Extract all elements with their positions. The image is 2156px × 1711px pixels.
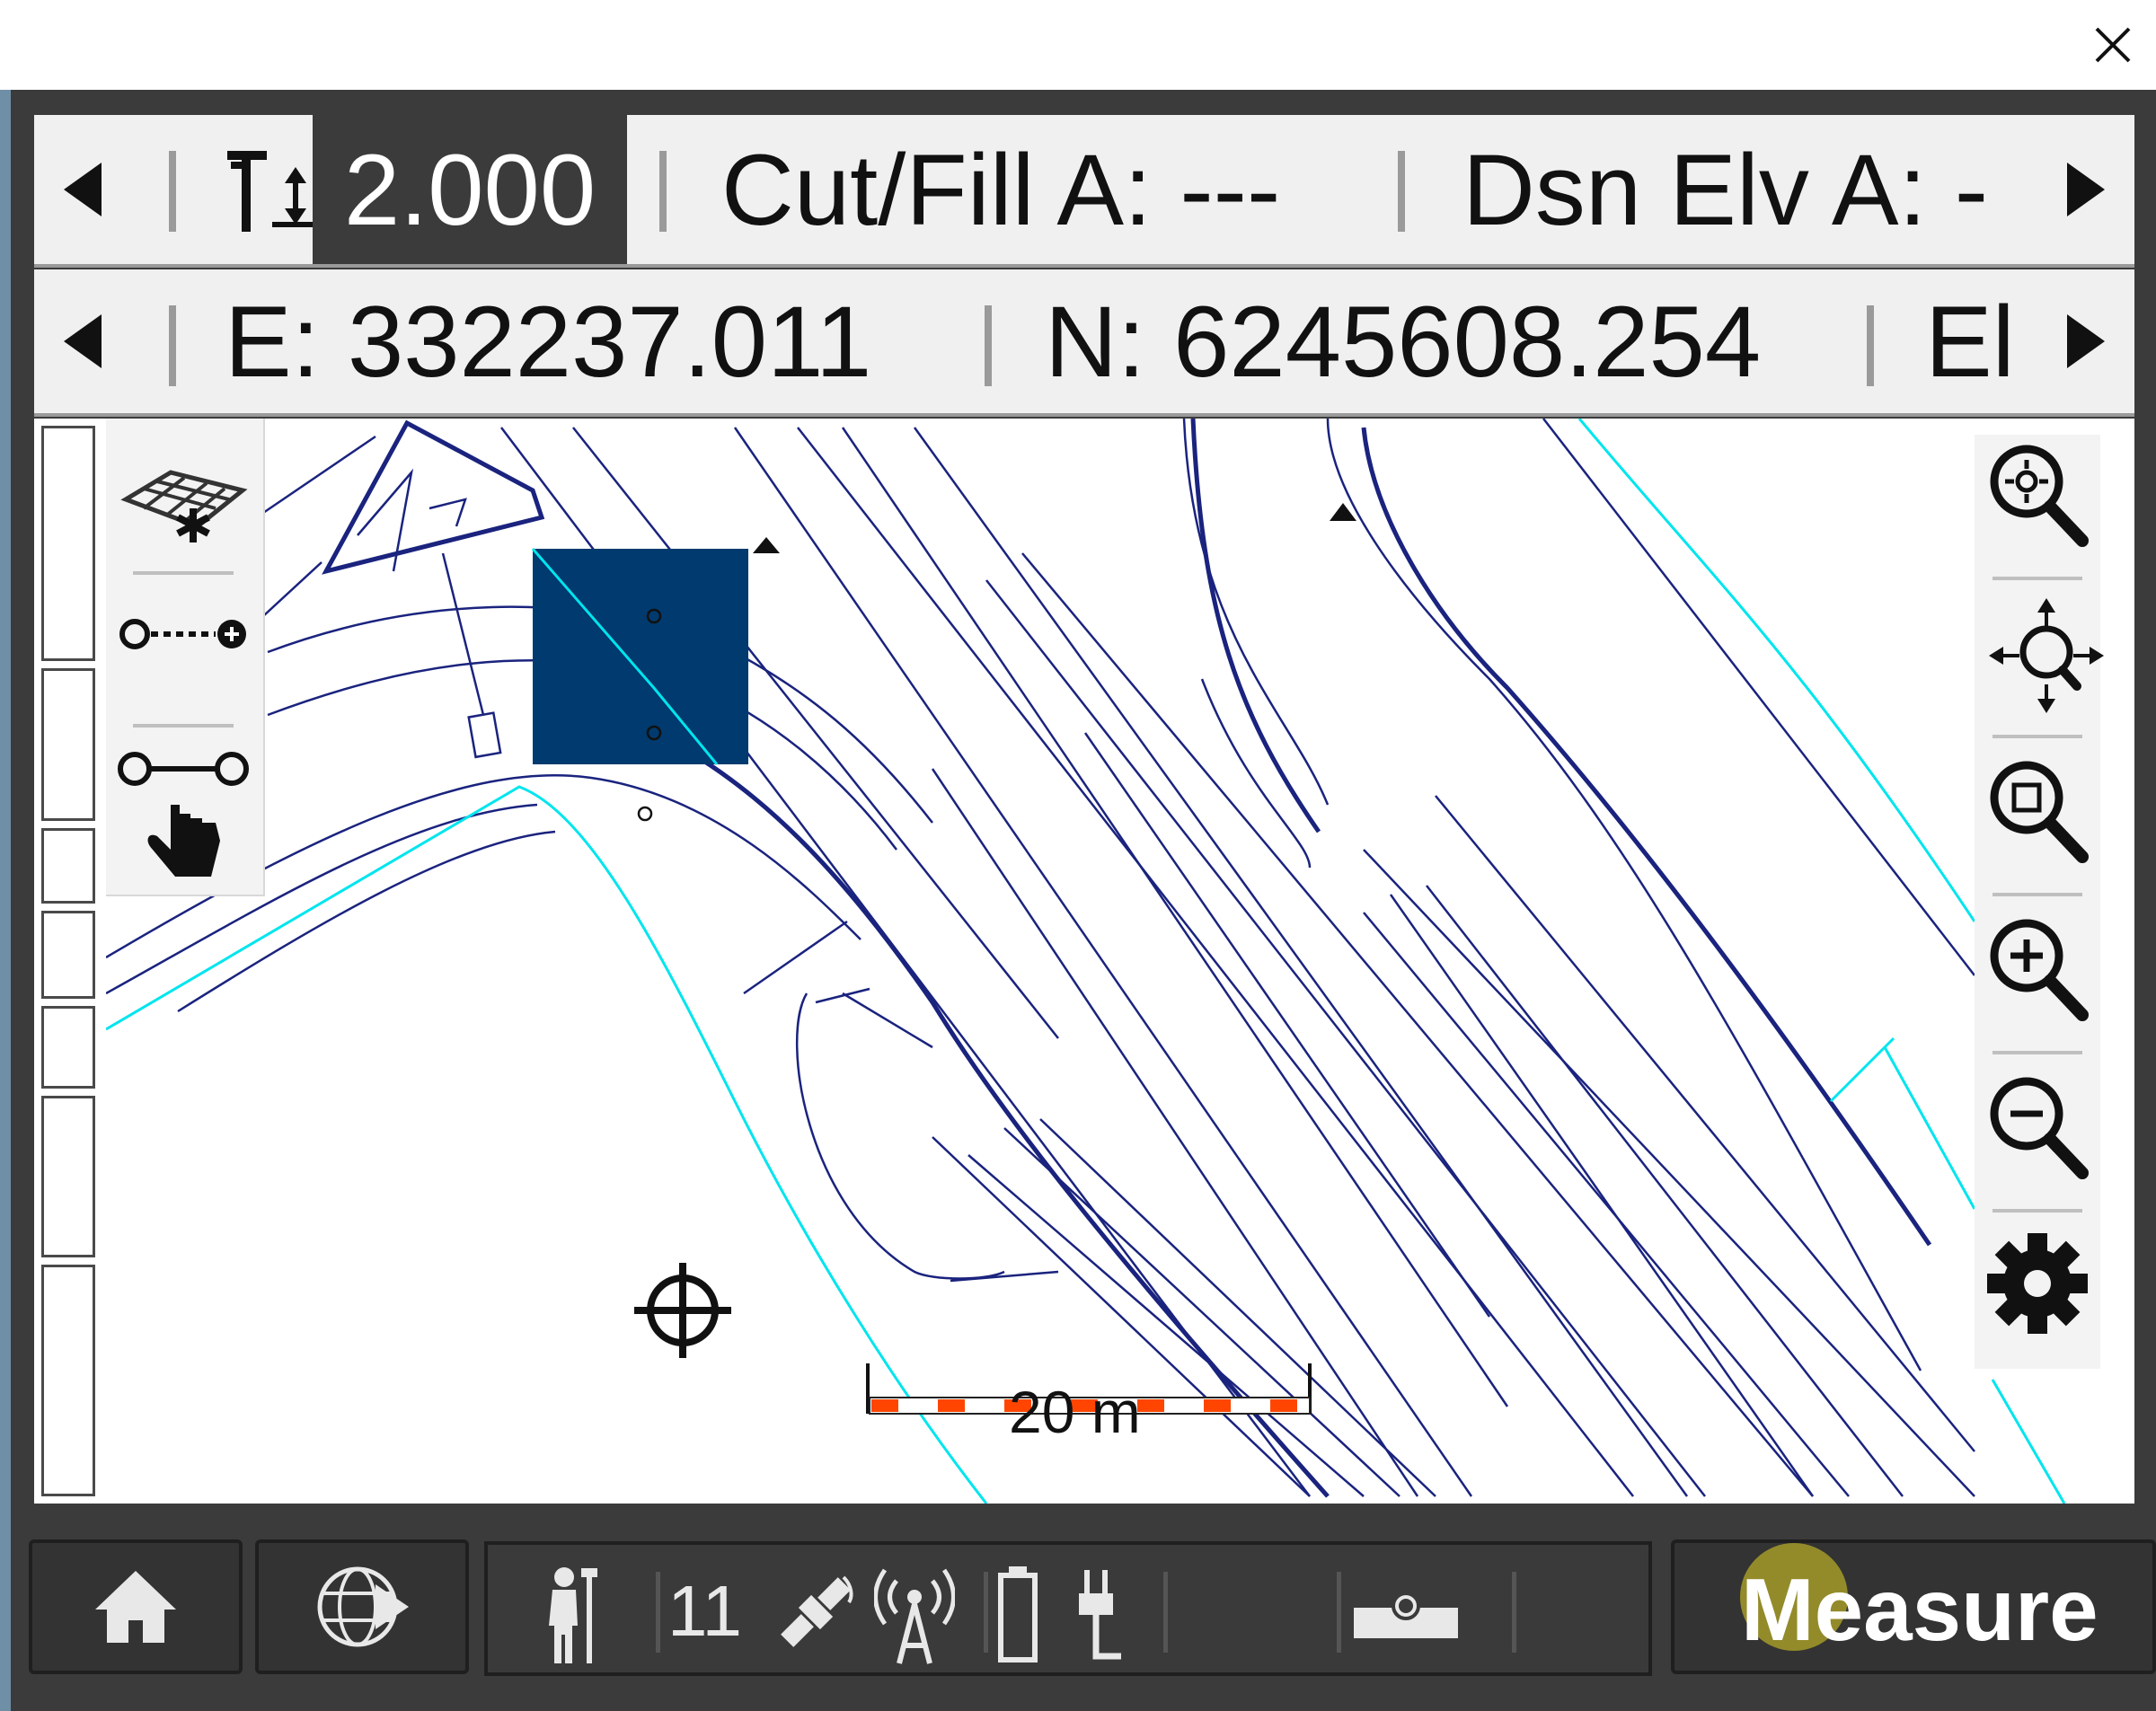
pan-button[interactable] — [1984, 593, 2104, 719]
tool-divider — [1993, 1209, 2082, 1213]
measure-line-button[interactable] — [117, 589, 252, 724]
zoom-window-icon — [1990, 761, 2089, 863]
close-icon — [2095, 27, 2131, 63]
triangle-right-icon — [2067, 163, 2105, 216]
triangle-right-icon — [2067, 314, 2105, 368]
tool-divider — [1993, 1051, 2082, 1054]
status-bar-position: E: 332237.011 N: 6245608.254 El — [34, 269, 2134, 417]
easting-readout: E: 332237.011 — [225, 285, 872, 398]
triangle-left-icon — [64, 314, 102, 368]
select-line-button[interactable] — [117, 742, 252, 877]
surface-select-button[interactable] — [117, 437, 252, 571]
map-view[interactable]: 20 m — [34, 419, 2134, 1504]
current-position-icon — [634, 1263, 731, 1358]
separator — [169, 305, 176, 386]
panel-slot[interactable] — [41, 1006, 95, 1089]
zoom-in-icon — [1990, 919, 2089, 1021]
rover-surveyor-icon — [549, 1567, 597, 1663]
zoom-out-icon — [1990, 1077, 2089, 1179]
elevation-readout: El — [1925, 285, 2015, 398]
map-canvas[interactable] — [34, 419, 2134, 1504]
measure-button-label: Measure — [1741, 1560, 2099, 1659]
status-bar-design: 2.000 Cut/Fill A: --- Dsn Elv A: - — [34, 115, 2134, 268]
zoom-window-button[interactable] — [1984, 751, 2091, 877]
close-button[interactable] — [2086, 18, 2140, 72]
level-bubble-icon — [1354, 1592, 1458, 1638]
separator — [169, 151, 176, 232]
surface-select-icon — [120, 470, 248, 542]
instrument-status-panel[interactable]: 11 — [484, 1541, 1652, 1676]
map-selection-tools — [106, 419, 265, 896]
design-elevation-readout: Dsn Elv A: - — [1462, 133, 1989, 246]
separator — [1512, 1572, 1516, 1653]
radio-antenna-icon — [874, 1568, 955, 1664]
panel-slot[interactable] — [41, 1096, 95, 1257]
battery-icon — [998, 1566, 1038, 1662]
triangle-left-icon — [64, 163, 102, 216]
select-line-icon — [118, 752, 249, 877]
panel-slot[interactable] — [41, 1265, 95, 1496]
zoom-extents-button[interactable] — [1984, 435, 2091, 560]
home-icon — [95, 1571, 176, 1643]
measure-button[interactable]: Measure — [1671, 1539, 2156, 1674]
zoom-extents-icon — [1990, 445, 2089, 547]
tool-divider — [133, 571, 234, 575]
tool-divider — [1993, 893, 2082, 896]
trimble-globe-icon — [317, 1566, 409, 1647]
map-navigation-tools — [1975, 435, 2104, 1369]
status-bar-2-scroll-right[interactable] — [2036, 269, 2134, 413]
zoom-out-button[interactable] — [1984, 1067, 2091, 1193]
measure-line-icon — [119, 619, 246, 649]
northing-readout: N: 6245608.254 — [1045, 285, 1762, 398]
separator — [984, 1572, 988, 1653]
home-button[interactable] — [29, 1539, 243, 1674]
layer-panel-strip — [34, 419, 106, 1504]
separator — [659, 151, 667, 232]
gear-icon — [1987, 1233, 2088, 1334]
pan-icon — [1989, 598, 2104, 713]
panel-slot[interactable] — [41, 828, 95, 904]
title-bar — [0, 0, 2156, 90]
desktop-edge — [0, 90, 11, 1711]
antenna-height-icon — [227, 151, 319, 232]
panel-slot[interactable] — [41, 911, 95, 999]
target-height-field[interactable]: 2.000 — [313, 115, 627, 264]
separator — [1337, 1572, 1341, 1653]
panel-slot[interactable] — [41, 668, 95, 821]
zoom-in-button[interactable] — [1984, 909, 2091, 1035]
satellite-icon — [781, 1575, 853, 1647]
map-settings-button[interactable] — [1984, 1225, 2091, 1351]
separator — [1398, 151, 1405, 232]
status-bar-1-scroll-right[interactable] — [2036, 115, 2134, 264]
external-power-icon — [1079, 1570, 1121, 1660]
tool-divider — [1993, 577, 2082, 580]
tool-divider — [133, 724, 234, 728]
tool-divider — [1993, 735, 2082, 738]
separator — [1867, 305, 1874, 386]
satellite-count: 11 — [667, 1571, 743, 1651]
separator — [985, 305, 992, 386]
status-bar-2-scroll-left[interactable] — [34, 269, 133, 413]
separator — [1163, 1572, 1168, 1653]
status-bar-1-scroll-left[interactable] — [34, 115, 133, 264]
selected-point-box — [533, 549, 748, 764]
separator — [656, 1572, 660, 1653]
panel-slot[interactable] — [41, 426, 95, 661]
scale-bar-label: 20 m — [1009, 1379, 1141, 1445]
trimble-app-button[interactable] — [255, 1539, 469, 1674]
bottom-toolbar: 11 Measure — [11, 1504, 2156, 1711]
cut-fill-readout: Cut/Fill A: --- — [721, 133, 1281, 246]
